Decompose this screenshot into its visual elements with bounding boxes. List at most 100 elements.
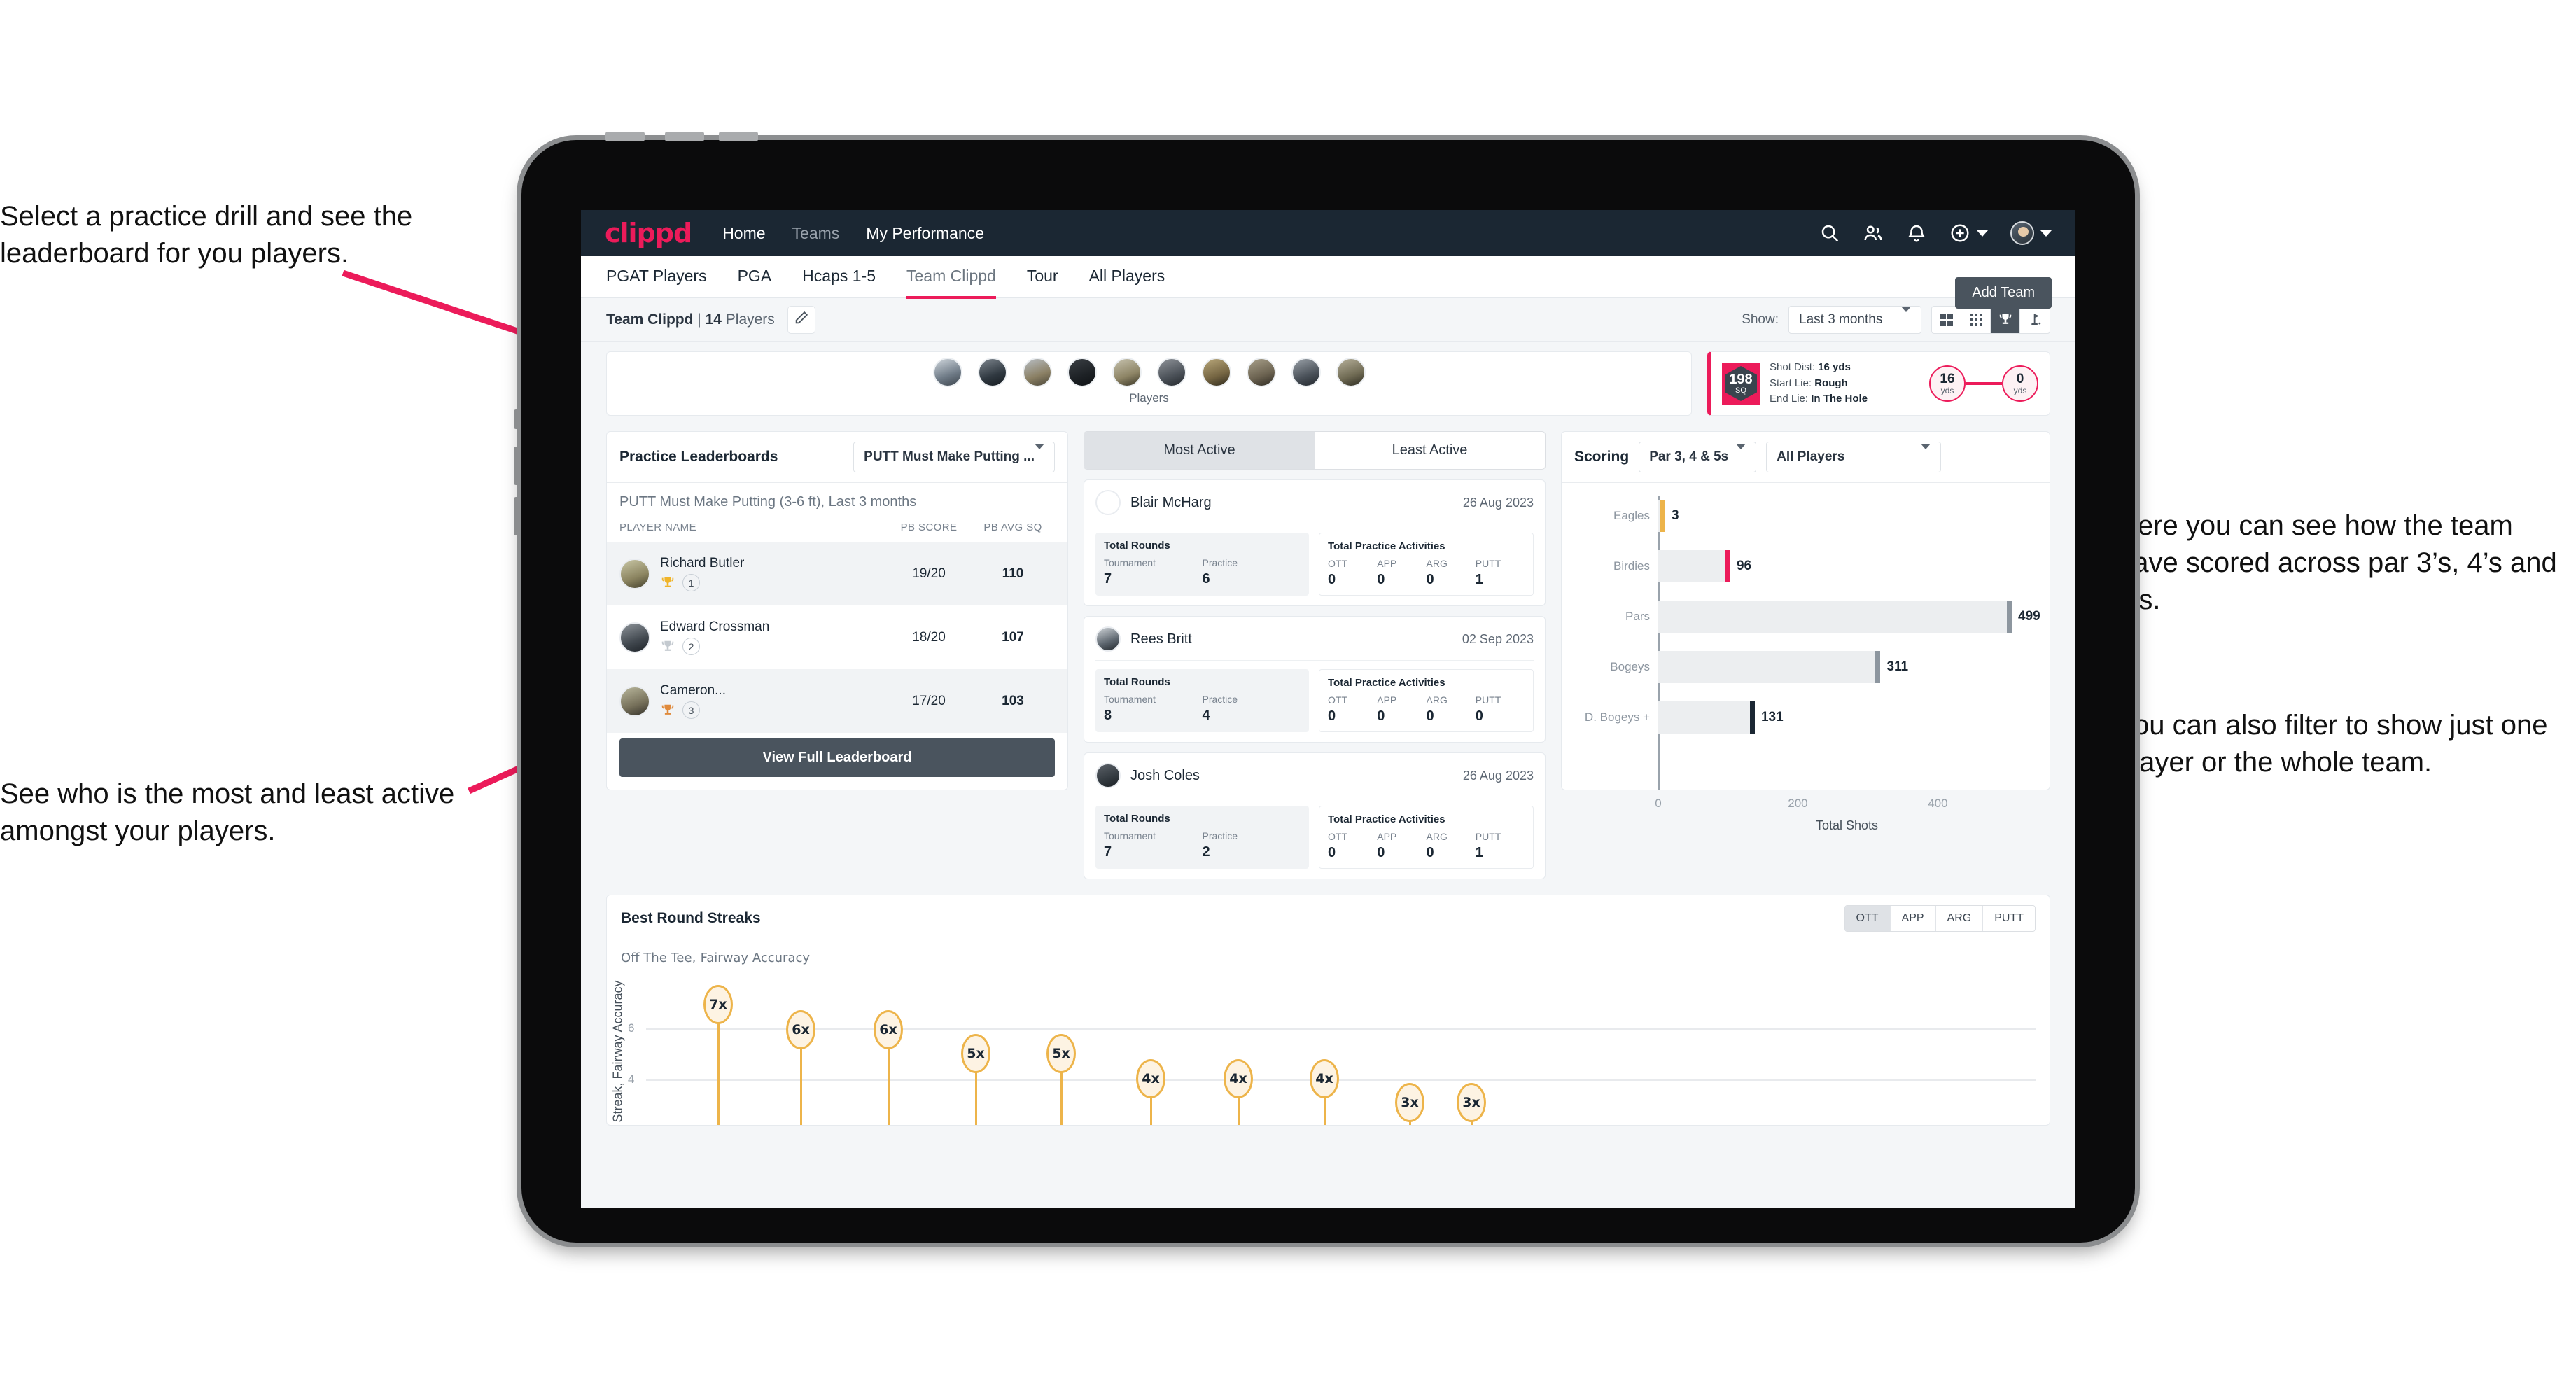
total-rounds-box: Total Rounds Tournament 7 Practice 2 (1096, 806, 1309, 869)
leaderboard-player-info: Cameron... 3 (660, 683, 887, 719)
streaks-subtitle: Off The Tee, Fairway Accuracy (607, 942, 2050, 965)
pb-avg-sq-value: 110 (1002, 566, 1024, 581)
activity-card[interactable]: Josh Coles 26 Aug 2023 Total Rounds Tour… (1084, 752, 1546, 879)
bell-icon[interactable] (1906, 223, 1927, 244)
player-avatar[interactable] (1067, 358, 1097, 387)
table-row[interactable]: Richard Butler 1 19/20 110 (607, 542, 1068, 606)
tab-tour[interactable]: Tour (1027, 255, 1058, 299)
top-navbar: clippd Home Teams My Performance (581, 210, 2076, 256)
player-avatar[interactable] (1022, 358, 1052, 387)
scoring-bar-chart: Eagles 3 Birdies 96 Pars 499 Bogeys 311 … (1576, 496, 2040, 832)
par-select-value: Par 3, 4 & 5s (1649, 449, 1729, 464)
people-icon[interactable] (1863, 223, 1884, 244)
total-rounds-title: Total Rounds (1104, 540, 1170, 552)
player-rank-group: 1 (660, 574, 887, 592)
pill-arg[interactable]: ARG (1935, 906, 1984, 931)
drill-select[interactable]: PUTT Must Make Putting ... (853, 442, 1055, 472)
player-avatar[interactable] (1201, 358, 1231, 387)
column-pb-avg-sq: PB AVG SQ (983, 522, 1042, 533)
pill-app[interactable]: APP (1890, 906, 1936, 931)
pill-putt[interactable]: PUTT (1983, 906, 2035, 931)
column-player-name: PLAYER NAME (620, 522, 696, 533)
streak-marker[interactable]: 6x (786, 1010, 816, 1049)
tab-all-players[interactable]: All Players (1089, 255, 1166, 299)
rounds-key-tournament: Tournament (1104, 694, 1156, 705)
edit-team-button[interactable] (787, 305, 816, 334)
streak-marker[interactable]: 6x (874, 1010, 903, 1049)
profile-menu[interactable] (2010, 221, 2052, 245)
clippd-logo[interactable]: clippd (605, 218, 692, 248)
plus-circle-icon[interactable] (1949, 223, 1970, 244)
primary-nav: Home Teams My Performance (722, 224, 984, 243)
streak-marker[interactable]: 3x (1457, 1083, 1486, 1122)
streak-marker[interactable]: 5x (961, 1034, 990, 1073)
date-range-select[interactable]: Last 3 months (1788, 305, 1921, 334)
pill-ott[interactable]: OTT (1844, 906, 1891, 931)
practice-value-putt: 1 (1475, 845, 1483, 860)
grid-large-icon[interactable] (1932, 306, 1961, 333)
streak-marker[interactable]: 4x (1136, 1059, 1166, 1098)
bar-label: Birdies (1614, 559, 1650, 573)
chevron-down-icon (1977, 230, 1988, 237)
tab-least-active[interactable]: Least Active (1315, 432, 1545, 469)
scoring-card: Scoring Par 3, 4 & 5s All Players Eagles… (1561, 431, 2050, 832)
view-full-leaderboard-button[interactable]: View Full Leaderboard (620, 738, 1055, 777)
streaks-plot: Streak, Fairway Accuracy 6 4 7x 6x 6x 5x… (611, 978, 2036, 1125)
tab-team-clippd[interactable]: Team Clippd (906, 255, 996, 299)
tab-hcaps-1-5[interactable]: Hcaps 1-5 (802, 255, 876, 299)
player-name: Blair McHarg (1130, 494, 1212, 510)
tab-most-active[interactable]: Most Active (1084, 432, 1315, 469)
streak-marker[interactable]: 7x (704, 985, 733, 1024)
player-filter-select[interactable]: All Players (1766, 442, 1942, 472)
search-icon[interactable] (1819, 223, 1840, 244)
rounds-value-practice: 2 (1202, 844, 1210, 860)
par-select[interactable]: Par 3, 4 & 5s (1639, 442, 1757, 472)
nav-link-teams[interactable]: Teams (792, 224, 840, 243)
player-avatar[interactable] (1112, 358, 1142, 387)
flag-icon[interactable] (2020, 307, 2050, 333)
bar-value: 499 (2018, 609, 2040, 624)
player-name: Edward Crossman (660, 620, 770, 634)
table-row[interactable]: Cameron... 3 17/20 103 (607, 669, 1068, 733)
total-practice-box: Total Practice Activities OTT 0 APP 0 ARG 0… (1319, 806, 1534, 869)
nav-link-home[interactable]: Home (722, 224, 765, 243)
activity-card[interactable]: Blair McHarg 26 Aug 2023 Total Rounds To… (1084, 479, 1546, 606)
shot-detail-lines: Shot Dist: 16 yds Start Lie: Rough End L… (1770, 360, 1868, 407)
add-menu[interactable] (1949, 223, 1988, 244)
player-avatar[interactable] (1246, 358, 1276, 387)
add-team-button[interactable]: Add Team (1955, 277, 2052, 309)
rounds-value-practice: 6 (1202, 571, 1210, 587)
grid-small-icon[interactable] (1961, 306, 1991, 333)
bar-double-bogeys: D. Bogeys + 131 (1576, 697, 2036, 738)
leaderboard-subtitle: PUTT Must Make Putting (3-6 ft), Last 3 … (607, 483, 1068, 517)
trophy-icon[interactable] (1991, 306, 2020, 333)
rank-badge: 2 (682, 638, 700, 655)
bar-label: D. Bogeys + (1584, 710, 1650, 724)
start-lie-line: Start Lie: Rough (1770, 377, 1848, 389)
chart-x-axis-label: Total Shots (1815, 818, 1879, 832)
streak-marker[interactable]: 3x (1395, 1083, 1424, 1122)
pb-score-value: 19/20 (912, 566, 946, 581)
player-filter-value: All Players (1777, 449, 1845, 464)
activity-card[interactable]: Rees Britt 02 Sep 2023 Total Rounds Tour… (1084, 616, 1546, 743)
player-avatar[interactable] (1291, 358, 1321, 387)
date-range-value: Last 3 months (1799, 312, 1883, 327)
player-avatar[interactable] (977, 358, 1007, 387)
device-volume-down-button (514, 497, 522, 536)
player-avatar[interactable] (1336, 358, 1366, 387)
player-avatar[interactable] (1156, 358, 1186, 387)
streak-marker[interactable]: 4x (1310, 1059, 1339, 1098)
table-row[interactable]: Edward Crossman 2 18/20 107 (607, 606, 1068, 669)
player-avatar[interactable] (932, 358, 962, 387)
nav-link-my-performance[interactable]: My Performance (866, 224, 984, 243)
main-row: Practice Leaderboards PUTT Must Make Put… (606, 431, 2050, 879)
show-label: Show: (1742, 312, 1779, 327)
chevron-down-icon (1901, 306, 1911, 328)
trophy-icon (662, 704, 674, 715)
streak-marker[interactable]: 4x (1224, 1059, 1253, 1098)
practice-leaderboard-card: Practice Leaderboards PUTT Must Make Put… (606, 431, 1068, 790)
streak-marker[interactable]: 5x (1046, 1034, 1076, 1073)
tab-pga[interactable]: PGA (738, 255, 772, 299)
tab-pgat-players[interactable]: PGAT Players (606, 255, 707, 299)
avatar[interactable] (2010, 221, 2034, 245)
